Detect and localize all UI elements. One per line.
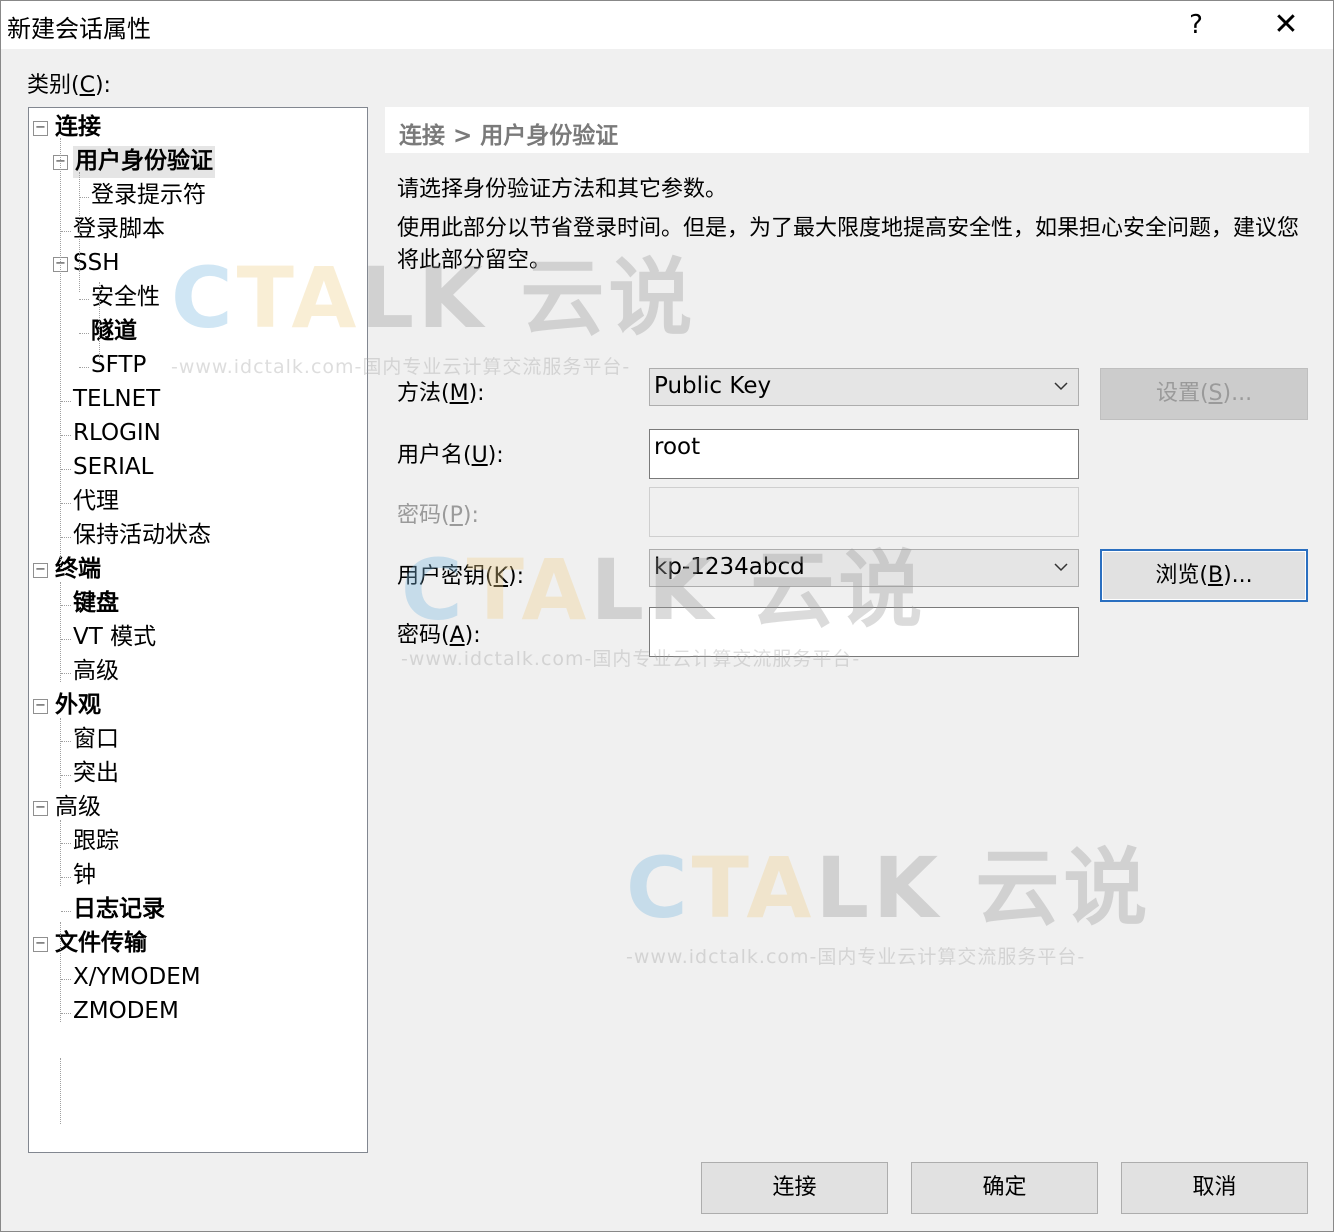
tree-item[interactable]: 日志记录 xyxy=(73,894,165,926)
tree-connector xyxy=(61,503,71,504)
tree-connector xyxy=(61,775,71,776)
help-icon[interactable]: ? xyxy=(1181,7,1211,43)
tree-connector xyxy=(61,877,71,878)
tree-item[interactable]: ZMODEM xyxy=(73,996,179,1028)
tree-item[interactable]: 外观 xyxy=(55,690,101,722)
tree-item[interactable]: 跟踪 xyxy=(73,826,119,858)
window-title: 新建会话属性 xyxy=(7,15,151,43)
tree-expander-icon[interactable]: − xyxy=(33,801,48,816)
tree-item[interactable]: 登录提示符 xyxy=(91,180,206,212)
tree-connector xyxy=(61,673,71,674)
username-input[interactable]: root xyxy=(649,429,1079,479)
tree-connector xyxy=(61,435,71,436)
tree-connector xyxy=(99,282,100,362)
tree-connector xyxy=(61,469,71,470)
tree-connector xyxy=(61,741,71,742)
tree-connector xyxy=(60,718,61,788)
tree-connector xyxy=(61,605,71,606)
tree-expander-icon[interactable]: − xyxy=(33,937,48,952)
title-bar: 新建会话属性 ? ✕ xyxy=(1,1,1333,49)
tree-connector xyxy=(61,843,71,844)
breadcrumb-bar: 连接 > 用户身份验证 xyxy=(385,107,1309,153)
tree-connector xyxy=(79,172,80,292)
tree-item[interactable]: 用户身份验证 xyxy=(73,146,215,178)
ok-button[interactable]: 确定 xyxy=(911,1162,1098,1214)
passphrase-input[interactable] xyxy=(649,607,1079,657)
tree-expander-icon[interactable]: − xyxy=(33,121,48,136)
tree-connector xyxy=(61,231,71,232)
tree-item[interactable]: 安全性 xyxy=(91,282,160,314)
tree-item[interactable]: 连接 xyxy=(55,112,101,144)
dialog-window: 新建会话属性 ? ✕ 类别(C): − 连接 − 用户身份验证 登录提示符 登录脚本 − SS… xyxy=(0,0,1334,1232)
tree-item[interactable]: 保持活动状态 xyxy=(73,520,211,552)
breadcrumb: 连接 > 用户身份验证 xyxy=(399,123,619,149)
user-key-value: kp-1234abcd xyxy=(654,554,805,580)
tree-item[interactable]: 窗口 xyxy=(73,724,119,756)
tree-item[interactable]: 终端 xyxy=(55,554,101,586)
tree-connector xyxy=(60,138,61,568)
tree-connector xyxy=(61,639,71,640)
connect-button[interactable]: 连接 xyxy=(701,1162,888,1214)
tree-item[interactable]: 突出 xyxy=(73,758,119,790)
category-label: 类别(C): xyxy=(27,73,111,98)
method-select[interactable]: Public Key xyxy=(649,368,1079,406)
user-key-label: 用户密钥(K): xyxy=(397,564,525,589)
tree-item[interactable]: SERIAL xyxy=(73,452,153,484)
tree-item[interactable]: 代理 xyxy=(73,486,119,518)
cancel-button[interactable]: 取消 xyxy=(1121,1162,1308,1214)
tree-item[interactable]: 高级 xyxy=(55,792,101,824)
settings-button[interactable]: 设置(S)... xyxy=(1100,368,1308,420)
description-secondary: 使用此部分以节省登录时间。但是，为了最大限度地提高安全性，如果担心安全问题，建议… xyxy=(397,216,1300,273)
tree-connector xyxy=(79,197,89,198)
tree-item[interactable]: 登录脚本 xyxy=(73,214,165,246)
method-label: 方法(M): xyxy=(397,381,485,406)
user-key-select[interactable]: kp-1234abcd xyxy=(649,549,1079,587)
tree-item[interactable]: 钟 xyxy=(73,860,96,892)
watermark: CTALK 云说 -www.idctalk.com-国内专业云计算交流服务平台- xyxy=(626,839,1152,968)
tree-item[interactable]: X/YMODEM xyxy=(73,962,201,994)
tree-connector xyxy=(61,979,71,980)
tree-item[interactable]: 键盘 xyxy=(73,588,119,620)
tree-connector xyxy=(79,333,89,334)
tree-connector xyxy=(60,922,61,1022)
tree-connector xyxy=(60,582,61,682)
tree-connector xyxy=(79,299,89,300)
browse-button[interactable]: 浏览(B)... xyxy=(1100,549,1308,602)
password-label: 密码(P): xyxy=(397,503,479,528)
tree-item[interactable]: 文件传输 xyxy=(55,928,147,960)
tree-connector xyxy=(60,820,61,886)
passphrase-label: 密码(A): xyxy=(397,623,481,648)
category-tree[interactable]: − 连接 − 用户身份验证 登录提示符 登录脚本 − SSH 安全性 隧道 SFTP TELNET RL… xyxy=(28,107,368,1153)
tree-connector xyxy=(61,911,71,912)
tree-item[interactable]: TELNET xyxy=(73,384,160,416)
tree-connector xyxy=(61,537,71,538)
method-value: Public Key xyxy=(654,373,772,399)
tree-connector xyxy=(61,1013,71,1014)
tree-connector xyxy=(60,1058,61,1124)
tree-connector xyxy=(79,367,89,368)
username-label: 用户名(U): xyxy=(397,443,504,468)
tree-item[interactable]: VT 模式 xyxy=(73,622,156,654)
tree-item[interactable]: 高级 xyxy=(73,656,119,688)
chevron-down-icon xyxy=(1054,382,1068,391)
tree-connector xyxy=(61,401,71,402)
tree-expander-icon[interactable]: − xyxy=(33,699,48,714)
tree-item[interactable]: 隧道 xyxy=(91,316,137,348)
close-icon[interactable]: ✕ xyxy=(1263,5,1309,45)
description-primary: 请选择身份验证方法和其它参数。 xyxy=(397,177,728,202)
chevron-down-icon xyxy=(1054,563,1068,572)
tree-item[interactable]: RLOGIN xyxy=(73,418,161,450)
tree-expander-icon[interactable]: − xyxy=(33,563,48,578)
password-input[interactable] xyxy=(649,487,1079,537)
